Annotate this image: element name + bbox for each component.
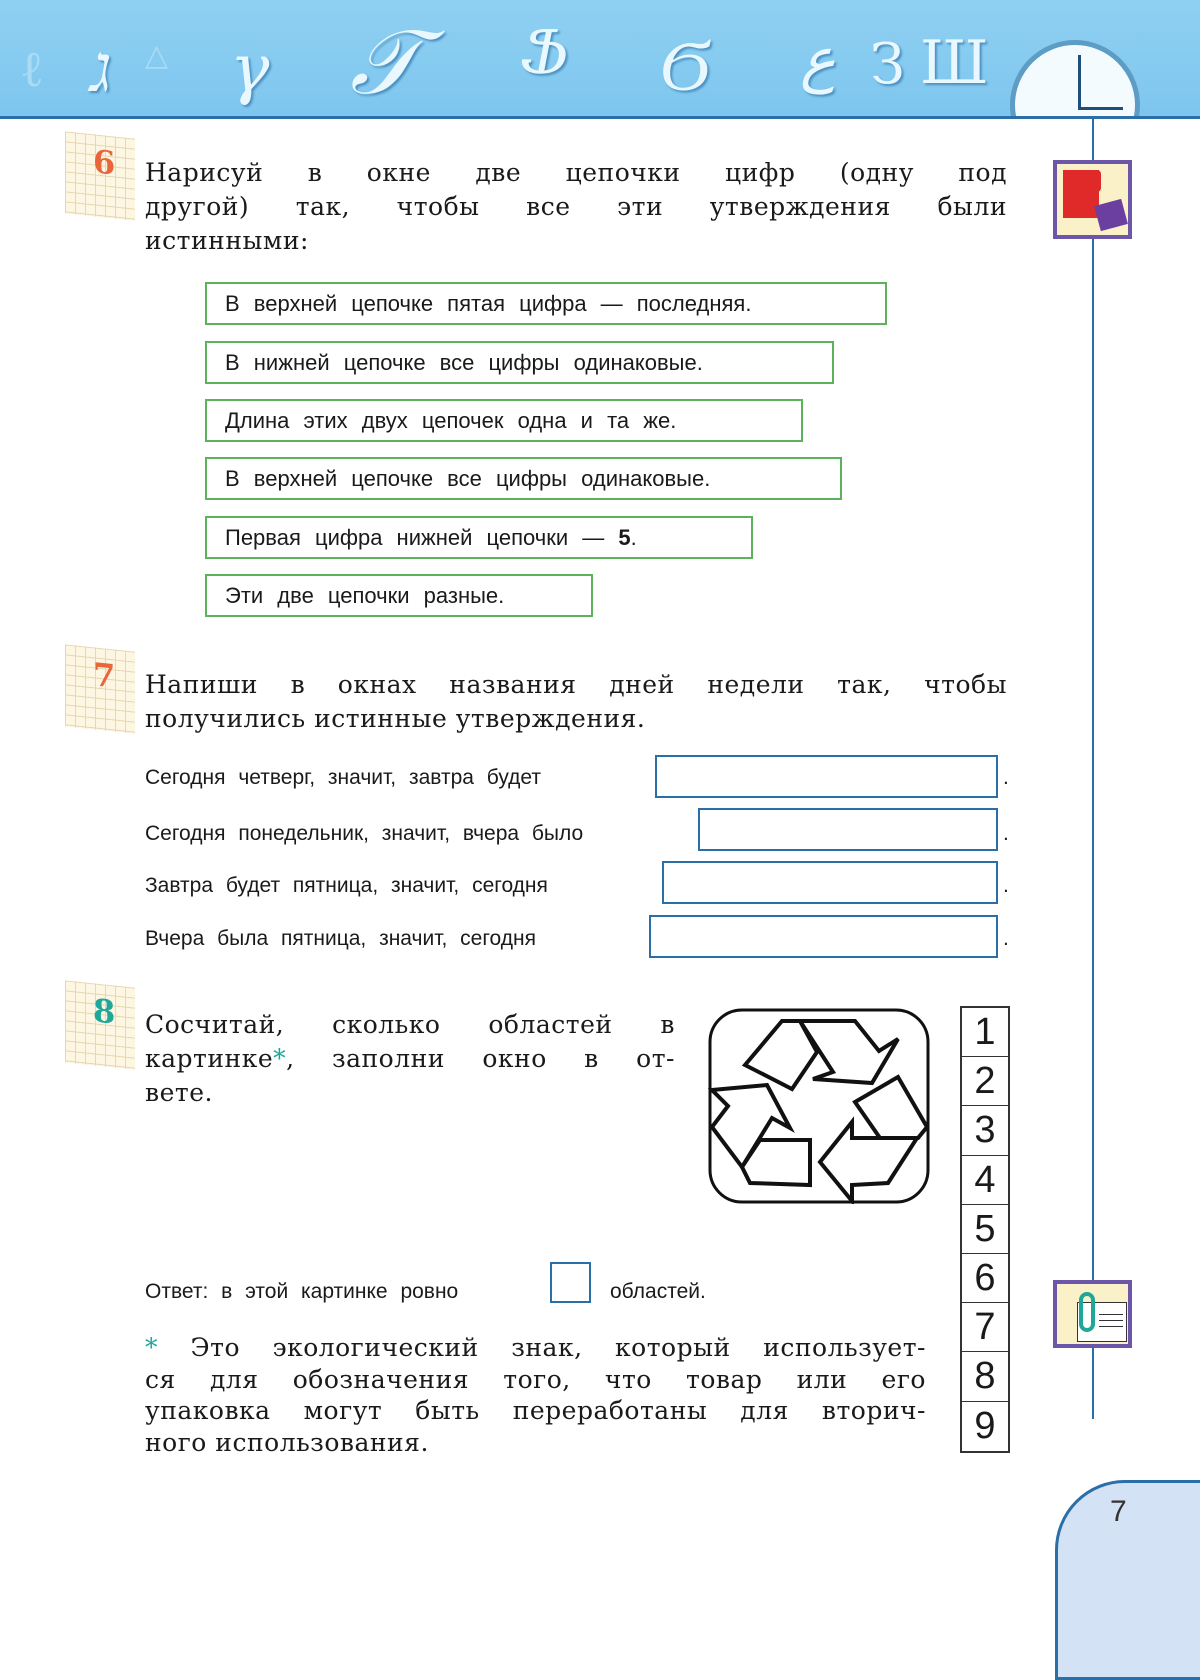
- statement-text: Первая цифра нижней цепочки —: [225, 525, 619, 550]
- statement-digit: 5: [618, 525, 631, 550]
- decorative-glyph: ع: [800, 25, 836, 95]
- footnote: * Это экологический знак, который исполь…: [145, 1332, 926, 1458]
- number-cell: 3: [962, 1106, 1008, 1156]
- number-cell: 4: [962, 1156, 1008, 1205]
- answer-box-3[interactable]: [662, 861, 998, 904]
- margin-line: [1092, 119, 1094, 1419]
- statement-2: В нижней цепочке все цифры одинаковые.: [205, 341, 834, 384]
- decorative-glyph: Ш: [920, 28, 989, 98]
- task-number-6: 6: [65, 131, 135, 221]
- period: .: [1003, 822, 1009, 845]
- instruction-line: другой) так, чтобы все эти утверждения б…: [145, 192, 1007, 221]
- number-strip: 1 2 3 4 5 6 7 8 9: [960, 1006, 1010, 1453]
- decorative-glyph: ג: [90, 30, 112, 107]
- period: .: [1003, 874, 1009, 897]
- asterisk: *: [273, 1044, 287, 1073]
- number-cell: 9: [974, 1404, 996, 1447]
- text: , заполни окно в от-: [286, 1044, 675, 1073]
- number-cell: 2: [962, 1057, 1008, 1107]
- statement-3: Длина этих двух цепочек одна и та же.: [205, 399, 803, 442]
- triangle-icon: △: [145, 38, 169, 73]
- statement-5: Первая цифра нижней цепочки — 5.: [205, 516, 753, 559]
- paperclip-icon: [1053, 1280, 1132, 1348]
- text: Это экологический знак, который использу…: [190, 1333, 926, 1362]
- instruction-line: вете.: [145, 1078, 213, 1107]
- number-cell: 7: [962, 1303, 1008, 1353]
- statement-6: Эти две цепочки разные.: [205, 574, 593, 617]
- row-text: Сегодня понедельник, значит, вчера было: [145, 822, 584, 845]
- decorative-glyph: Ϭ: [660, 25, 710, 107]
- number-cell: 1: [962, 1008, 1008, 1058]
- task-number-8: 8: [65, 980, 135, 1070]
- statement-1: В верхней цепочке пятая цифра — последня…: [205, 282, 887, 325]
- statement-period: .: [630, 525, 637, 550]
- period: .: [1003, 766, 1009, 789]
- row-text: Вчера была пятница, значит, сегодня: [145, 927, 536, 950]
- asterisk: *: [145, 1333, 158, 1362]
- number-cell: 8: [962, 1352, 1008, 1402]
- page-number: 7: [1110, 1495, 1127, 1528]
- footnote-line: ного использования.: [145, 1427, 429, 1457]
- row-text: Сегодня четверг, значит, завтра будет: [145, 766, 542, 789]
- decorative-glyph: γ: [230, 30, 270, 107]
- page-tab: 7: [1055, 1480, 1200, 1680]
- decorative-glyph: З: [870, 32, 905, 97]
- footnote-line: упаковка могут быть переработаны для вто…: [145, 1396, 926, 1425]
- row-text: Завтра будет пятница, значит, сегодня: [145, 874, 548, 897]
- task7-instruction: Напиши в окнах названия дней недели так,…: [145, 668, 1007, 736]
- decorative-glyph: Ֆ: [520, 18, 570, 88]
- task-number-7: 7: [65, 644, 135, 734]
- puzzle-icon: [1053, 160, 1132, 239]
- answer-box-4[interactable]: [649, 915, 998, 958]
- decorative-glyph: 𝒯: [350, 10, 419, 115]
- number-cell: 6: [962, 1254, 1008, 1304]
- decorative-header: ℓ ג △ γ 𝒯 Ֆ Ϭ ع З Ш: [0, 0, 1200, 119]
- task6-instruction: Нарисуй в окне две цепочки цифр (одну по…: [145, 156, 1007, 258]
- decorative-glyph: ℓ: [20, 40, 44, 98]
- answer-box-2[interactable]: [698, 808, 998, 851]
- instruction-line: истинными:: [145, 226, 309, 255]
- instruction-line: картинке*, заполни окно в от-: [145, 1042, 675, 1076]
- answer-regions-box[interactable]: [550, 1262, 591, 1303]
- recycling-symbol-image: [708, 1008, 930, 1204]
- footnote-line: * Это экологический знак, который исполь…: [145, 1332, 926, 1364]
- footnote-line: ся для обозначения того, что товар или е…: [145, 1364, 926, 1394]
- period: .: [1003, 927, 1009, 950]
- instruction-line: Нарисуй в окне две цепочки цифр (одну по…: [145, 158, 1007, 187]
- instruction-line: получились истинные утверждения.: [145, 704, 646, 733]
- answer-suffix: областей.: [610, 1280, 706, 1303]
- text: картинке: [145, 1044, 274, 1073]
- number-cell: 5: [962, 1205, 1008, 1254]
- answer-box-1[interactable]: [655, 755, 998, 798]
- instruction-line: Сосчитай, сколько областей в: [145, 1010, 675, 1039]
- instruction-line: Напиши в окнах названия дней недели так,…: [145, 670, 1007, 699]
- clock-icon: [1010, 40, 1140, 116]
- statement-4: В верхней цепочке все цифры одинаковые.: [205, 457, 842, 500]
- answer-prefix: Ответ: в этой картинке ровно: [145, 1280, 459, 1303]
- task8-instruction: Сосчитай, сколько областей в картинке*, …: [145, 1008, 675, 1110]
